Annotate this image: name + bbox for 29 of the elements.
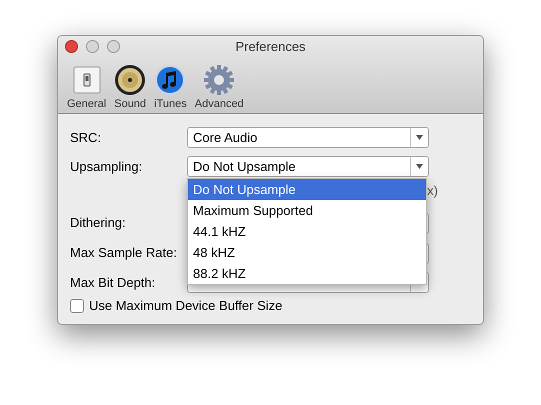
speaker-icon [114,64,146,96]
gear-icon [203,64,236,96]
switch-icon [72,65,102,95]
popup-button[interactable]: Core Audio [187,127,429,148]
close-button[interactable] [65,40,78,53]
menu-item[interactable]: 44.1 kHZ [188,221,426,242]
window-title: Preferences [235,38,306,56]
field-label: Dithering: [70,214,127,232]
menu-item[interactable]: Maximum Supported [188,200,426,221]
toolbar-tab[interactable]: iTunes [153,63,188,111]
field-label: Upsampling: [70,158,144,176]
toolbar-tab[interactable]: General [66,63,108,111]
checkbox-label: Use Maximum Device Buffer Size [89,297,282,316]
popup-button[interactable]: Do Not Upsample [187,156,429,177]
toolbar-tab[interactable]: Sound [113,63,148,111]
caret-icon [416,164,423,169]
music-note-icon [154,64,186,96]
menu-item[interactable]: 88.2 kHZ [188,263,426,284]
minimize-button[interactable] [86,40,99,53]
note-text: x) [427,182,438,200]
checkbox[interactable] [70,299,84,313]
field-label: Max Bit Depth: [70,274,156,292]
menu-item[interactable]: Do Not Upsample [188,179,426,200]
toolbar-tab[interactable]: Advanced [194,63,245,111]
caret-icon [416,135,423,140]
zoom-button[interactable] [107,40,120,53]
menu-item[interactable]: 48 kHZ [188,242,426,263]
field-label: Max Sample Rate: [70,244,178,262]
field-label: SRC: [70,128,102,147]
